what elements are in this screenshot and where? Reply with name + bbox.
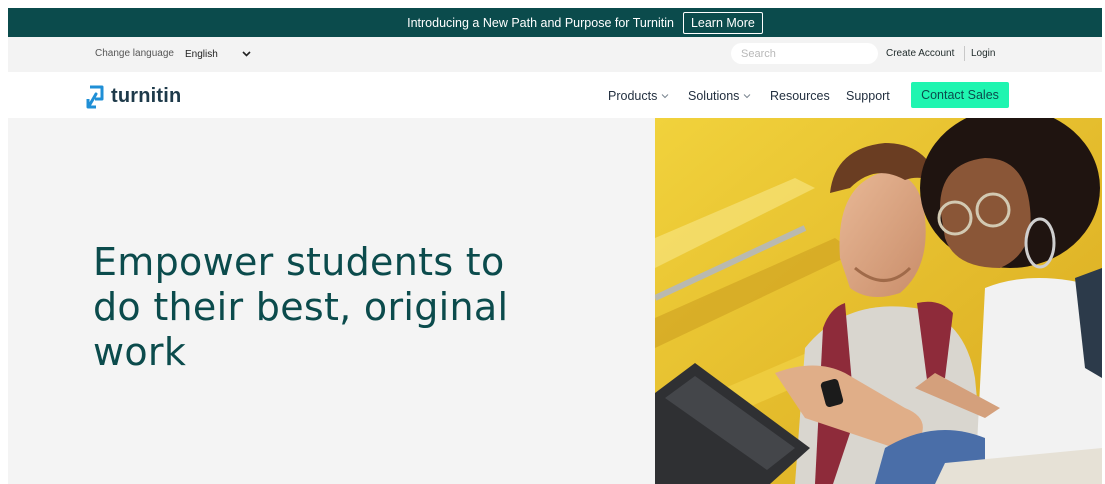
nav-solutions-label: Solutions — [688, 89, 740, 103]
hero-headline-line: work — [93, 330, 187, 374]
login-link[interactable]: Login — [971, 48, 995, 59]
language-select[interactable]: English — [183, 45, 253, 63]
hero-photo — [655, 118, 1102, 484]
nav-resources[interactable]: Resources — [770, 89, 830, 103]
hero-headline-line: do their best, original — [93, 285, 509, 329]
nav-products-label: Products — [608, 89, 658, 103]
turnitin-logo[interactable]: turnitin — [86, 81, 181, 111]
change-language-label: Change language — [95, 48, 174, 59]
chevron-down-icon — [242, 51, 251, 57]
announcement-bar: Introducing a New Path and Purpose for T… — [8, 8, 1102, 37]
hero-headline-line: Empower students to — [93, 240, 505, 284]
contact-sales-button[interactable]: Contact Sales — [911, 82, 1009, 108]
nav-resources-label: Resources — [770, 89, 830, 103]
search-input[interactable]: Search — [731, 43, 878, 64]
utility-bar: Change language English Search Create Ac… — [8, 37, 1102, 72]
nav-support[interactable]: Support — [846, 89, 890, 103]
create-account-link[interactable]: Create Account — [886, 48, 954, 59]
chevron-down-icon — [661, 94, 669, 99]
nav-solutions[interactable]: Solutions — [688, 89, 751, 103]
learn-more-button[interactable]: Learn More — [682, 11, 763, 34]
page: Introducing a New Path and Purpose for T… — [8, 8, 1102, 484]
utility-divider — [964, 46, 965, 61]
hero-section: Empower students to do their best, origi… — [8, 118, 1102, 484]
nav-support-label: Support — [846, 89, 890, 103]
announcement-text: Introducing a New Path and Purpose for T… — [407, 15, 674, 30]
main-navigation: turnitin Products Solutions Resources Su… — [8, 72, 1102, 118]
nav-products[interactable]: Products — [608, 89, 669, 103]
logo-text: turnitin — [111, 84, 182, 107]
chevron-down-icon — [744, 94, 751, 99]
turnitin-logo-icon — [86, 85, 104, 109]
students-photo-illustration — [655, 118, 1102, 484]
language-select-value: English — [185, 48, 218, 60]
